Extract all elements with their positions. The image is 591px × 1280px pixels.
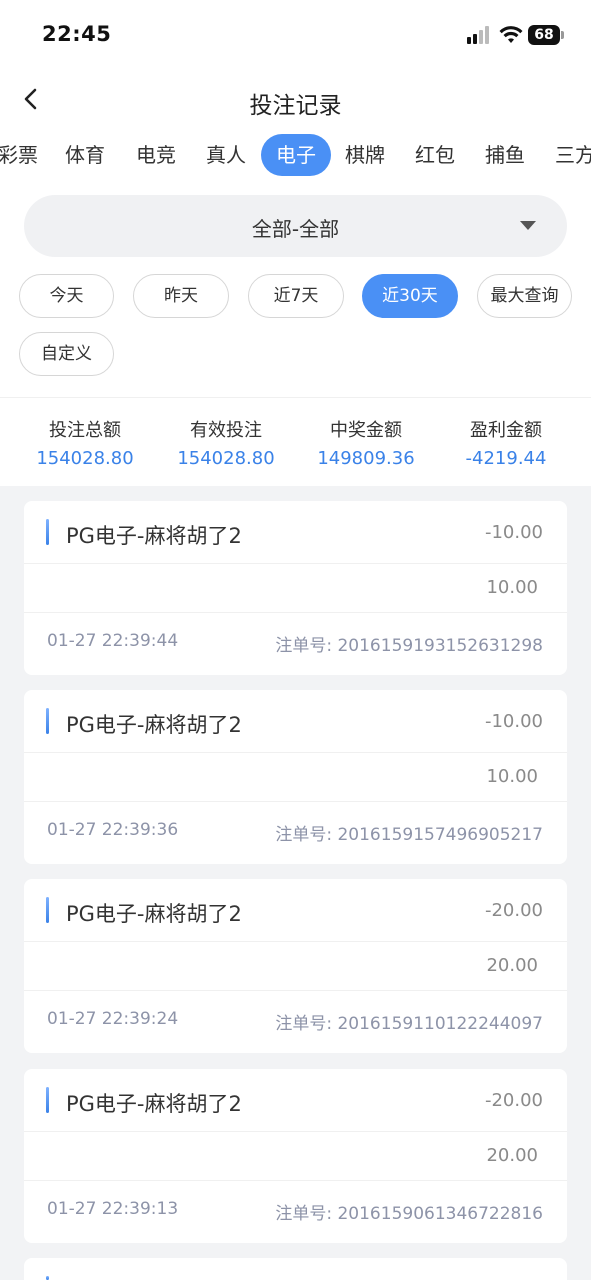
record-valid-bet: 20.00	[486, 1145, 538, 1166]
stat-label: 投注总额	[49, 420, 121, 441]
record-title: PG电子-麻将胡了2	[66, 713, 242, 737]
divider	[24, 801, 567, 802]
accent-bar	[46, 1276, 49, 1280]
record-time: 01-27 22:39:13	[47, 1199, 179, 1219]
nav-bar: 投注记录	[0, 78, 591, 122]
wifi-icon	[499, 26, 523, 43]
caret-down-icon	[520, 221, 536, 230]
order-number: 2016159193152631298	[337, 636, 543, 656]
page-title: 投注记录	[249, 93, 342, 119]
date-chip-custom[interactable]: 自定义	[19, 332, 114, 376]
order-number: 2016159061346722816	[337, 1204, 543, 1224]
record-order: 注单号: 2016159157496905217	[275, 820, 543, 845]
stat-label: 盈利金额	[470, 420, 542, 441]
record-card[interactable]: PG电子-麻将胡了2 -20.00 20.00 01-27 22:39:13 注…	[24, 1069, 567, 1243]
record-time: 01-27 22:39:44	[47, 631, 179, 651]
stat-value: -4219.44	[465, 448, 547, 469]
record-amount: -20.00	[484, 900, 543, 921]
stat-value: 154028.80	[36, 448, 134, 469]
order-number: 2016159110122244097	[337, 1014, 543, 1034]
date-chip-7days[interactable]: 近7天	[248, 274, 344, 318]
date-chip-today[interactable]: 今天	[19, 274, 114, 318]
tab-live[interactable]: 真人	[203, 134, 249, 176]
stat-winnings: 中奖金额 149809.36	[296, 416, 436, 469]
category-tabs: 彩票 体育 电竞 真人 电子 棋牌 红包 捕鱼 三方	[0, 134, 591, 178]
divider	[24, 990, 567, 991]
tab-redpacket[interactable]: 红包	[412, 134, 458, 176]
status-time: 22:45	[42, 22, 112, 46]
record-order: 注单号: 2016159061346722816	[275, 1199, 543, 1224]
divider	[24, 752, 567, 753]
tab-chess[interactable]: 棋牌	[342, 134, 388, 176]
record-amount: -20.00	[484, 1090, 543, 1111]
record-valid-bet: 10.00	[486, 766, 538, 787]
record-title: PG电子-麻将胡了2	[66, 1092, 242, 1116]
order-number: 2016159157496905217	[337, 825, 543, 845]
record-title: PG电子-麻将胡了2	[66, 902, 242, 926]
game-filter-select[interactable]: 全部-全部	[24, 195, 567, 257]
record-title: PG电子-麻将胡了2	[66, 524, 242, 548]
record-time: 01-27 22:39:36	[47, 820, 179, 840]
stat-valid-bet: 有效投注 154028.80	[156, 416, 296, 469]
record-amount: -10.00	[484, 711, 543, 732]
tab-electronic[interactable]: 电子	[261, 134, 331, 176]
order-label: 注单号:	[275, 636, 333, 656]
summary-stats: 投注总额 154028.80 有效投注 154028.80 中奖金额 14980…	[0, 397, 591, 486]
order-label: 注单号:	[275, 1204, 333, 1224]
divider	[24, 1131, 567, 1132]
record-order: 注单号: 2016159110122244097	[275, 1009, 543, 1034]
stat-total-bet: 投注总额 154028.80	[15, 416, 155, 469]
divider	[24, 563, 567, 564]
record-card[interactable]: PG电子-麻将胡了2 -10.00 10.00 01-27 22:39:44 注…	[24, 501, 567, 675]
stat-profit: 盈利金额 -4219.44	[436, 416, 576, 469]
record-card[interactable]: PG电子-麻将胡了2 -10.00 10.00 01-27 22:39:36 注…	[24, 690, 567, 864]
record-valid-bet: 10.00	[486, 577, 538, 598]
tab-esports[interactable]: 电竞	[133, 134, 179, 176]
record-time: 01-27 22:39:24	[47, 1009, 179, 1029]
date-chip-30days[interactable]: 近30天	[362, 274, 458, 318]
signal-icon	[467, 26, 491, 44]
record-card-partial[interactable]	[24, 1258, 567, 1280]
divider	[24, 1180, 567, 1181]
record-order: 注单号: 2016159193152631298	[275, 631, 543, 656]
stat-label: 有效投注	[190, 420, 262, 441]
accent-bar	[46, 1087, 49, 1113]
status-bar: 22:45 68	[0, 0, 591, 70]
tab-third-party[interactable]: 三方	[552, 134, 591, 176]
accent-bar	[46, 519, 49, 545]
order-label: 注单号:	[275, 825, 333, 845]
date-chip-yesterday[interactable]: 昨天	[133, 274, 229, 318]
accent-bar	[46, 897, 49, 923]
record-amount: -10.00	[484, 522, 543, 543]
divider	[24, 941, 567, 942]
battery-icon: 68	[528, 25, 560, 45]
record-valid-bet: 20.00	[486, 955, 538, 976]
game-filter-value: 全部-全部	[251, 217, 340, 241]
stat-value: 154028.80	[177, 448, 275, 469]
stat-value: 149809.36	[317, 448, 415, 469]
tab-fishing[interactable]: 捕鱼	[482, 134, 528, 176]
order-label: 注单号:	[275, 1014, 333, 1034]
battery-tip	[561, 31, 564, 39]
stat-label: 中奖金额	[330, 420, 402, 441]
tab-lottery[interactable]: 彩票	[0, 134, 42, 176]
record-card[interactable]: PG电子-麻将胡了2 -20.00 20.00 01-27 22:39:24 注…	[24, 879, 567, 1053]
date-chip-max[interactable]: 最大查询	[477, 274, 572, 318]
accent-bar	[46, 708, 49, 734]
header-area: 22:45 68 投注记录 彩票 体育 电竞 真人 电子 棋牌 红包 捕鱼 三方	[0, 0, 591, 486]
tab-sports[interactable]: 体育	[62, 134, 108, 176]
divider	[24, 612, 567, 613]
